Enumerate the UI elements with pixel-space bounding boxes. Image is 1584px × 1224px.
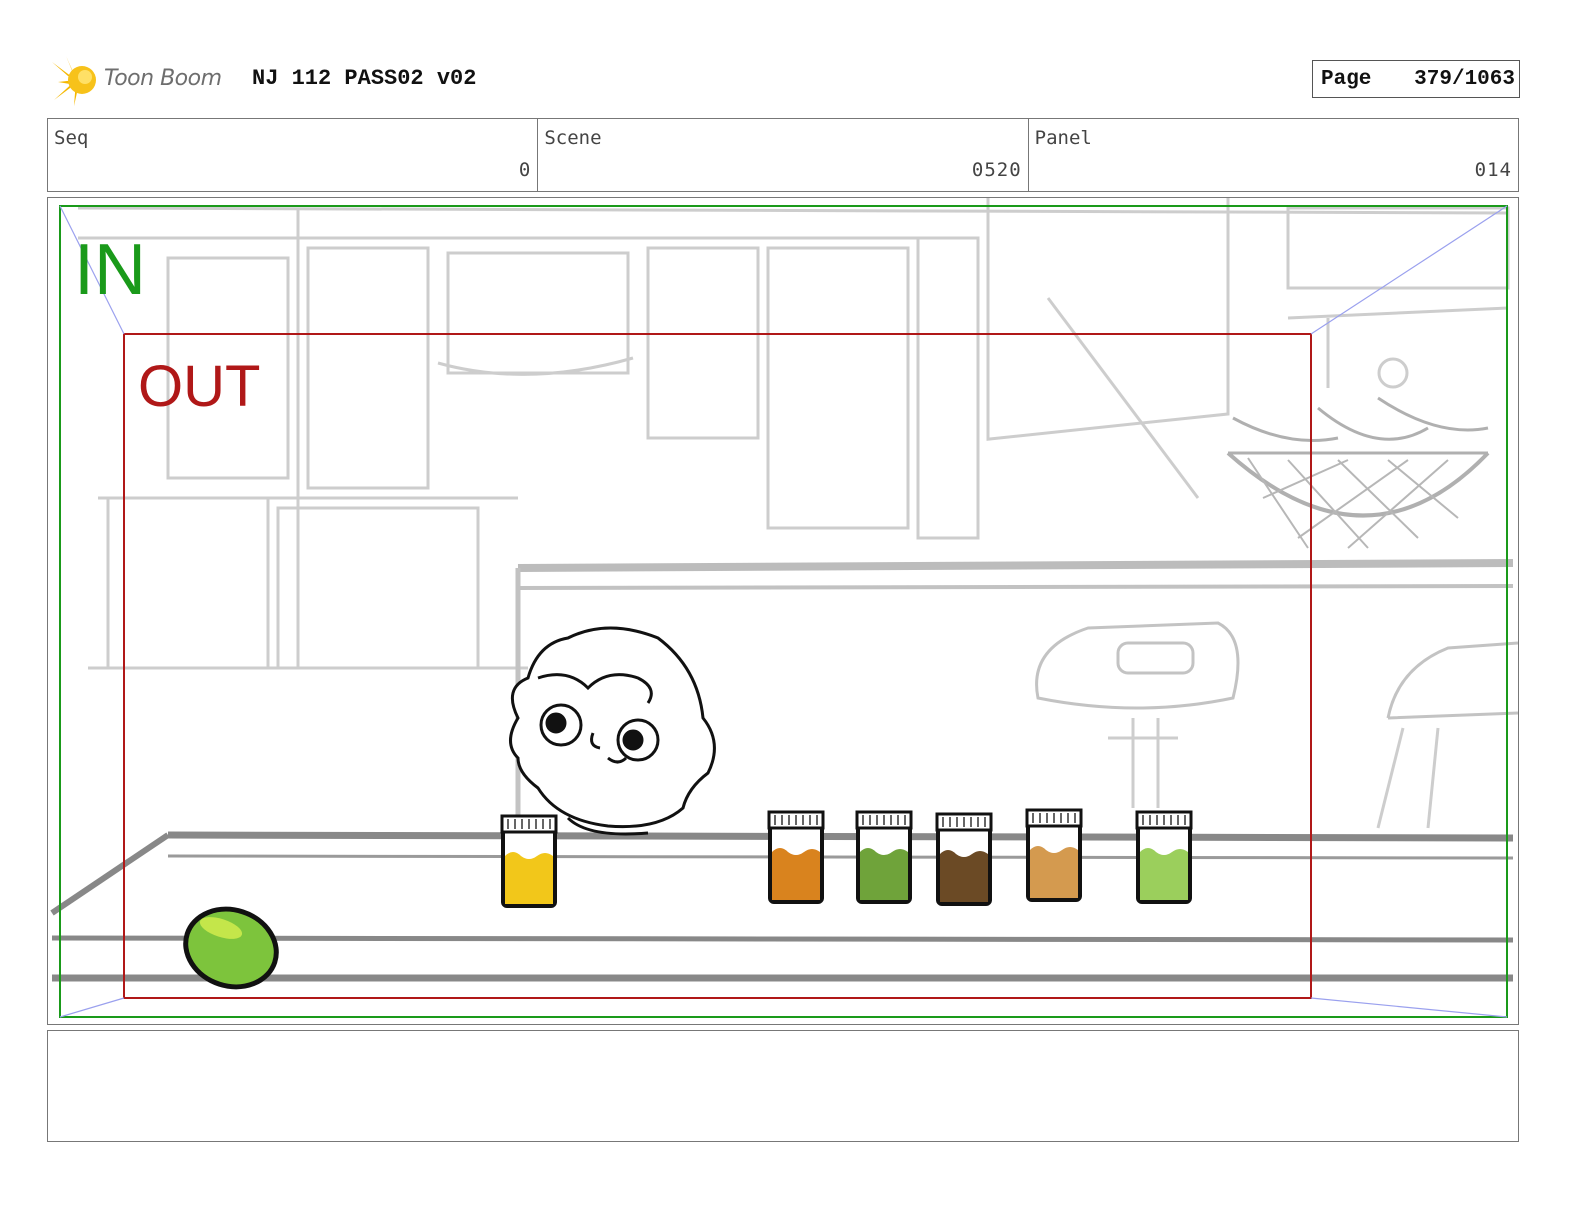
scene-value: 0520 — [971, 159, 1022, 181]
in-label: IN — [74, 230, 146, 310]
storyboard-header: Toon Boom NJ 112 PASS02 v02 Page 379/106… — [48, 50, 1520, 110]
starburst-icon — [52, 56, 96, 106]
out-frame — [123, 333, 1312, 999]
jar-brown — [935, 812, 993, 906]
out-label: OUT — [138, 354, 260, 419]
panel-notes-box — [47, 1030, 1519, 1142]
move-arrow-bl — [59, 997, 125, 1018]
logo-text: Toon Boom — [104, 66, 222, 91]
seq-cell: Seq 0 — [48, 119, 539, 191]
background-sketch — [77, 198, 1518, 838]
document-title: NJ 112 PASS02 v02 — [252, 66, 477, 91]
panel-cell: Panel 014 — [1029, 119, 1518, 191]
scene-label: Scene — [544, 127, 602, 149]
move-arrow-tr — [1310, 205, 1508, 335]
page-label: Page — [1321, 68, 1372, 91]
page-value: 379/1063 — [1414, 68, 1515, 91]
seq-label: Seq — [54, 127, 89, 149]
seq-value: 0 — [518, 159, 532, 181]
jar-lightgreen — [1135, 810, 1193, 904]
panel-label: Panel — [1034, 127, 1092, 149]
panel-artwork: IN OUT — [50, 198, 1518, 1018]
storyboard-panel: IN OUT — [47, 197, 1519, 1025]
move-arrow-br — [1310, 997, 1508, 1018]
page-counter: Page 379/1063 — [1312, 60, 1520, 98]
jar-green — [855, 810, 913, 904]
scene-cell: Scene 0520 — [538, 119, 1029, 191]
jar-tan — [1025, 808, 1083, 902]
panel-value: 014 — [1474, 159, 1512, 181]
jar-yellow — [500, 814, 558, 908]
lime — [183, 906, 279, 990]
shot-info-row: Seq 0 Scene 0520 Panel 014 — [47, 118, 1519, 192]
character — [509, 626, 716, 836]
jar-orange — [767, 810, 825, 904]
toon-boom-logo: Toon Boom — [48, 52, 243, 108]
